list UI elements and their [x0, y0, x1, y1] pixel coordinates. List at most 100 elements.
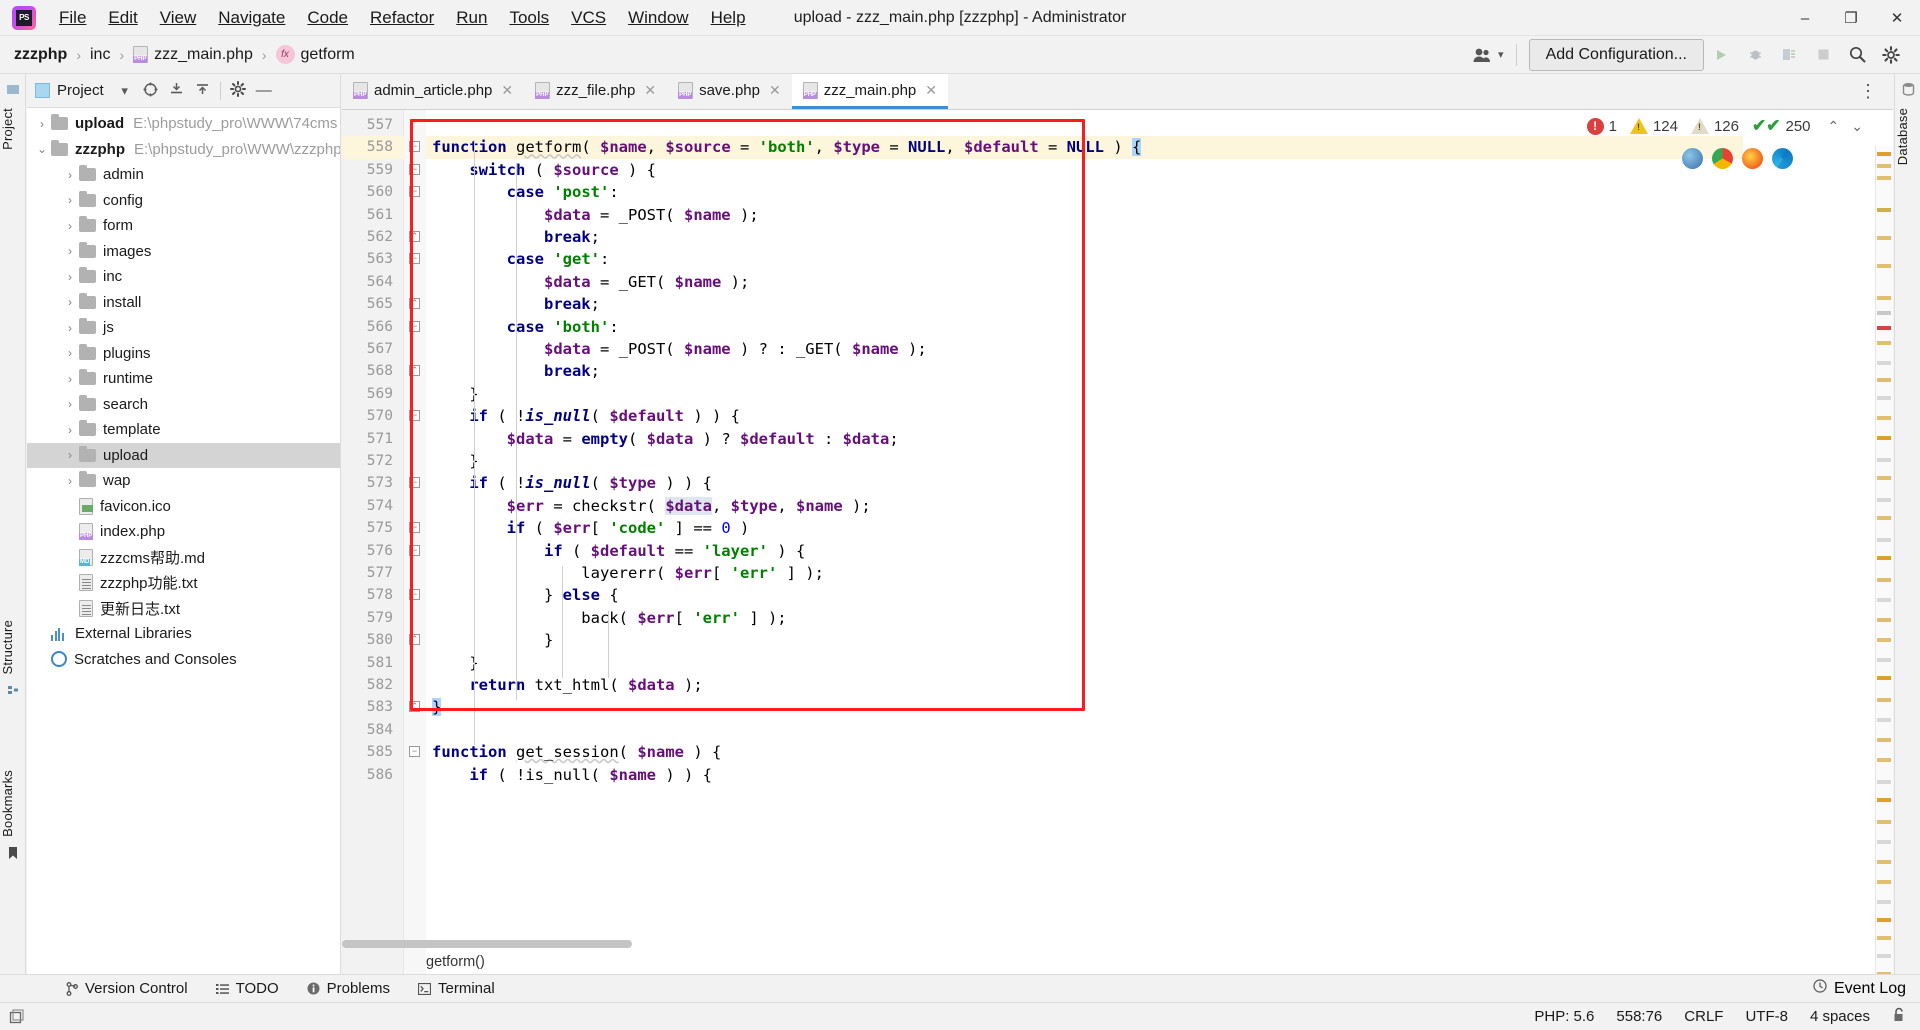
close-tab-icon[interactable]: ✕ [501, 82, 513, 99]
code-line[interactable]: } [432, 696, 442, 718]
gear-icon[interactable] [1876, 41, 1906, 69]
chevron-icon[interactable]: › [61, 346, 79, 360]
menu-tools[interactable]: Tools [498, 4, 560, 32]
menu-window[interactable]: Window [617, 4, 699, 32]
close-tab-icon[interactable]: ✕ [644, 82, 656, 99]
memory-indicator[interactable] [0, 1008, 26, 1026]
code-line[interactable]: case 'post': [432, 181, 619, 203]
error-stripe-marker[interactable] [1877, 341, 1891, 345]
sidebar-item-bookmarks[interactable]: Bookmarks [0, 764, 26, 843]
chrome-icon[interactable] [1712, 148, 1733, 169]
error-stripe-marker[interactable] [1877, 618, 1891, 622]
code-fold-toggle-icon[interactable]: − [409, 589, 420, 601]
code-line[interactable]: } [432, 450, 478, 472]
chevron-icon[interactable]: › [61, 193, 79, 207]
tree-node-txt[interactable]: 更新日志.txt [27, 596, 340, 622]
close-tab-icon[interactable]: ✕ [769, 82, 781, 99]
tab-overflow-icon[interactable]: ⋮ [1853, 81, 1883, 102]
menu-file[interactable]: File [48, 4, 97, 32]
close-tab-icon[interactable]: ✕ [925, 82, 937, 99]
chevron-icon[interactable]: › [61, 397, 79, 411]
code-line[interactable]: if ( !is_null( $default ) ) { [432, 405, 740, 427]
tree-node-js[interactable]: › js [27, 315, 340, 341]
menu-navigate[interactable]: Navigate [207, 4, 296, 32]
expand-all-icon[interactable] [164, 82, 190, 99]
editor-tab-admin_article-php[interactable]: admin_article.php ✕ [342, 74, 524, 109]
chevron-icon[interactable]: › [61, 295, 79, 309]
error-stripe-marker[interactable] [1877, 598, 1891, 602]
code-fold-toggle-icon[interactable]: − [409, 522, 420, 534]
error-stripe-marker[interactable] [1877, 638, 1891, 642]
menu-help[interactable]: Help [700, 4, 757, 32]
chevron-icon[interactable]: ⌄ [33, 142, 51, 156]
close-button[interactable]: ✕ [1874, 0, 1920, 36]
chevron-icon[interactable]: › [61, 423, 79, 437]
error-stripe-marker[interactable] [1877, 676, 1891, 680]
sidebar-item-database[interactable]: Database [1895, 102, 1920, 171]
tree-node-external-libraries[interactable]: External Libraries [27, 621, 340, 647]
menu-run[interactable]: Run [445, 4, 498, 32]
code-fold-toggle-icon[interactable]: − [409, 410, 420, 422]
warning-count-group[interactable]: 124 [1629, 118, 1678, 135]
error-stripe-marker[interactable] [1877, 436, 1891, 440]
error-stripe-marker[interactable] [1877, 296, 1891, 300]
sidebar-item-structure[interactable]: Structure [0, 614, 26, 681]
code-fold-toggle-icon[interactable]: − [409, 163, 420, 175]
tool-button-problems[interactable]: Problems [293, 980, 404, 997]
chevron-icon[interactable]: › [61, 244, 79, 258]
error-stripe-marker[interactable] [1877, 860, 1891, 864]
code-line[interactable]: } [432, 652, 478, 674]
error-stripe-marker[interactable] [1877, 164, 1891, 168]
tree-node-index-php[interactable]: index.php [27, 519, 340, 545]
code-line[interactable]: if ( $err[ 'code' ] == 0 ) [432, 517, 750, 539]
error-stripe-marker[interactable] [1877, 918, 1891, 922]
error-stripe-marker[interactable] [1877, 476, 1891, 480]
event-log-button[interactable]: Event Log [1813, 979, 1920, 998]
code-line[interactable]: case 'both': [432, 316, 619, 338]
ie-icon[interactable] [1682, 148, 1703, 169]
code-fold-toggle-icon[interactable]: − [409, 253, 420, 265]
error-stripe-marker[interactable] [1877, 361, 1891, 365]
menu-view[interactable]: View [149, 4, 208, 32]
tool-button-todo[interactable]: TODO [202, 980, 293, 997]
code-fold-toggle-icon[interactable]: − [409, 186, 420, 198]
chevron-icon[interactable]: › [61, 270, 79, 284]
chevron-icon[interactable]: › [61, 372, 79, 386]
error-stripe-marker[interactable] [1877, 798, 1891, 802]
code-fold-toggle-icon[interactable]: ⌃ [409, 365, 420, 377]
chevron-icon[interactable]: › [61, 448, 79, 462]
error-stripe-marker[interactable] [1877, 176, 1891, 180]
code-line[interactable]: } else { [432, 584, 619, 606]
tree-node-zzzcms-md[interactable]: zzzcms帮助.md [27, 545, 340, 571]
error-stripe-marker[interactable] [1877, 900, 1891, 904]
code-line[interactable]: function getform( $name, $source = 'both… [432, 136, 1142, 158]
code-fold-toggle-icon[interactable]: ⌃ [409, 298, 420, 310]
error-stripe-marker[interactable] [1877, 578, 1891, 582]
code-fold-toggle-icon[interactable]: − [409, 320, 420, 332]
tree-node-form[interactable]: › form [27, 213, 340, 239]
caret-position-indicator[interactable]: 558:76 [1616, 1008, 1662, 1025]
sidebar-item-project[interactable]: Project [0, 102, 26, 156]
error-stripe-marker[interactable] [1877, 208, 1891, 212]
code-line[interactable]: $data = empty( $data ) ? $default : $dat… [432, 428, 899, 450]
tree-node-runtime[interactable]: › runtime [27, 366, 340, 392]
coverage-icon[interactable] [1774, 41, 1804, 69]
typo-count-group[interactable]: ✔✔ 250 [1752, 116, 1811, 136]
code-line[interactable]: $data = _GET( $name ); [432, 271, 749, 293]
tree-node-config[interactable]: › config [27, 188, 340, 214]
menu-refactor[interactable]: Refactor [359, 4, 445, 32]
code-line[interactable]: $err = checkstr( $data, $type, $name ); [432, 495, 871, 517]
php-version-indicator[interactable]: PHP: 5.6 [1534, 1008, 1594, 1025]
horizontal-scrollbar[interactable] [342, 940, 632, 948]
code-line[interactable]: return txt_html( $data ); [432, 674, 702, 696]
chevron-icon[interactable]: › [33, 117, 51, 131]
lock-icon[interactable] [1892, 1007, 1906, 1026]
locate-file-icon[interactable] [138, 82, 164, 100]
error-stripe-marker[interactable] [1877, 698, 1891, 702]
code-line[interactable]: if ( !is_null( $name ) ) { [432, 764, 712, 786]
firefox-icon[interactable] [1742, 148, 1763, 169]
collapse-all-icon[interactable] [190, 82, 216, 99]
tree-node-install[interactable]: › install [27, 290, 340, 316]
error-stripe-marker[interactable] [1877, 264, 1891, 268]
tree-node-zzzphp-txt[interactable]: zzzphp功能.txt [27, 570, 340, 596]
